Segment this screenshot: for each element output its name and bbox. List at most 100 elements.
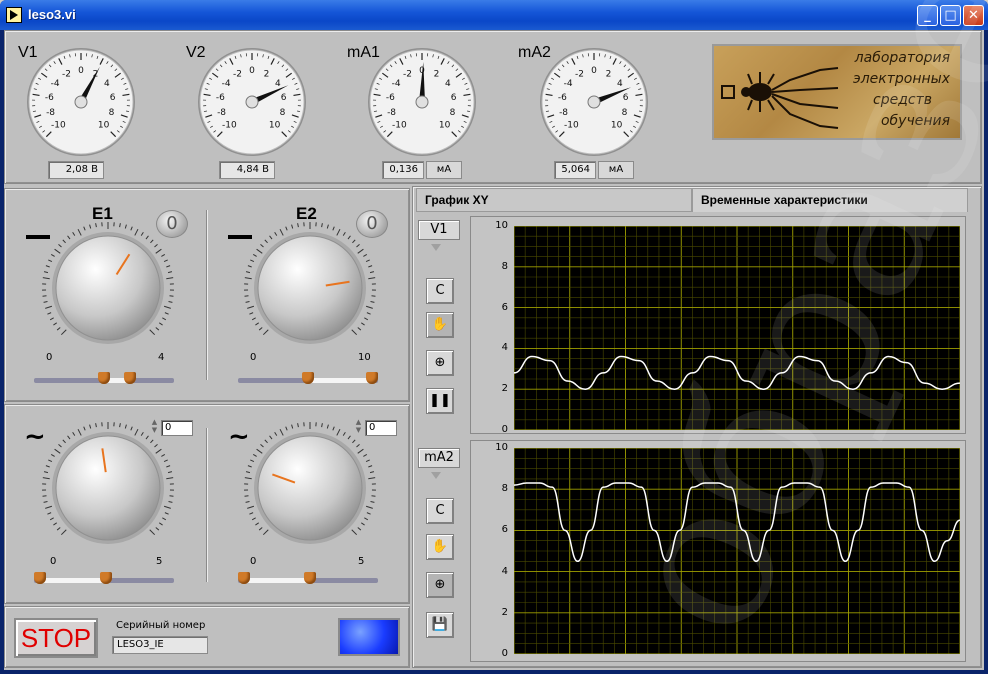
knob-tick [43, 501, 48, 503]
data-point [628, 482, 630, 484]
data-point [564, 529, 566, 531]
knob-e2 [244, 222, 376, 344]
gauge-tick-label: 2 [264, 69, 270, 79]
knob-body [257, 235, 363, 341]
knob-tick [256, 448, 263, 454]
knob-tick [258, 527, 263, 531]
data-point [793, 482, 795, 484]
close-button[interactable]: ✕ [963, 5, 984, 26]
knob-dials[interactable] [4, 188, 410, 604]
knob-tick [368, 465, 373, 468]
knob-tick [244, 495, 249, 497]
ac1-slider-thumb-low[interactable] [34, 572, 46, 584]
data-point [653, 529, 655, 531]
meter-gauge-1: -10 -8 -6 -4-2 0 246 8 10 [198, 48, 306, 156]
hand-icon: ✋ [431, 539, 449, 554]
tab-time-characteristics[interactable]: Временные характеристики [692, 188, 968, 212]
gauge-tick-label: 10 [611, 121, 623, 131]
knob-tick [368, 477, 376, 480]
maximize-button[interactable]: □ [940, 5, 961, 26]
graph1-plot[interactable] [514, 226, 960, 430]
data-point [816, 360, 818, 362]
gauge-tick-label: -6 [45, 93, 54, 103]
knob-body [257, 435, 363, 541]
knob-tick [366, 512, 371, 515]
gauge-tick-label: 4 [445, 79, 451, 89]
knob-tick [368, 265, 373, 268]
data-point [745, 380, 747, 382]
ac2-slider-thumb-low[interactable] [238, 572, 250, 584]
channel2-select[interactable]: mA2 [418, 448, 460, 468]
data-point [602, 372, 604, 374]
stop-button[interactable]: STOP [14, 618, 98, 658]
e1-scale-min: 0 [46, 352, 53, 363]
knob-tick [360, 322, 365, 326]
save-button[interactable]: 💾 [426, 612, 454, 638]
e2-range-fill [306, 378, 370, 383]
knob-tick [371, 295, 376, 297]
e1-slider-thumb-high[interactable] [124, 372, 136, 384]
data-point [679, 529, 681, 531]
y-tick-label: 0 [501, 424, 508, 435]
gauge-tick-label: 2 [434, 69, 440, 79]
pan-graph2-button[interactable]: ✋ [426, 534, 454, 560]
channel1-dropdown-icon[interactable] [431, 244, 441, 251]
channel2-dropdown-icon[interactable] [431, 472, 441, 479]
knob-tick [163, 259, 168, 263]
knob-tick [244, 477, 252, 480]
knob-tick [50, 253, 55, 257]
meter-ma2-unit: мА [598, 161, 634, 179]
zoom-graph1-button[interactable]: ⊕ [426, 350, 454, 376]
graph2-plot[interactable] [514, 448, 960, 654]
logo-line-1: лаборатория [854, 50, 950, 66]
meter-ma1-unit: мА [426, 161, 462, 179]
gauge-tick-label: -8 [46, 108, 55, 118]
e1-slider-thumb-low[interactable] [98, 372, 110, 384]
knob-tick [279, 228, 284, 236]
knob-tick [247, 305, 255, 309]
data-point [831, 529, 834, 531]
knob-tick [47, 512, 52, 515]
gauge-tick-label: 8 [280, 108, 286, 118]
ac1-slider-thumb-high[interactable] [100, 572, 112, 584]
pan-graph1-button[interactable]: ✋ [426, 312, 454, 338]
gauge-tick-label: 4 [617, 79, 623, 89]
tab-xy-graph[interactable]: График XY [416, 188, 692, 212]
knob-tick [49, 517, 54, 521]
minimize-button[interactable]: _ [917, 5, 938, 26]
status-led [338, 618, 400, 656]
knob-tick [365, 305, 373, 309]
e2-slider-thumb-high[interactable] [366, 372, 378, 384]
knob-tick [251, 317, 256, 321]
channel1-select[interactable]: V1 [418, 220, 460, 240]
labview-icon [6, 7, 22, 23]
ac2-slider-thumb-high[interactable] [304, 572, 316, 584]
clear-graph1-button[interactable]: C [426, 278, 454, 304]
knob-tick [134, 428, 139, 436]
zoom-graph2-button[interactable]: ⊕ [426, 572, 454, 598]
knob-e1 [42, 222, 174, 344]
data-point [602, 486, 604, 488]
e2-slider-thumb-low[interactable] [302, 372, 314, 384]
data-point [834, 380, 836, 382]
knob-tick [67, 235, 71, 240]
gauge-tick-label: 0 [78, 66, 84, 76]
knob-tick [357, 448, 364, 454]
gauge-tick-label: -6 [216, 93, 225, 103]
data-point [638, 360, 640, 362]
knob-tick [365, 459, 370, 463]
clear-graph2-button[interactable]: C [426, 498, 454, 524]
knob-tick [58, 243, 62, 248]
data-point [806, 482, 808, 484]
knob-tick [43, 301, 48, 303]
title-bar[interactable]: leso3.vi _ □ ✕ [0, 0, 988, 30]
pause-button[interactable]: ❚❚ [426, 388, 454, 414]
gauge-tick-label: 8 [450, 108, 456, 118]
knob-ac1 [42, 422, 174, 544]
knob-tick [256, 248, 263, 254]
knob-tick [260, 243, 264, 248]
data-point [933, 560, 936, 562]
knob-tick [119, 223, 121, 228]
gauge-tick-label: -6 [558, 93, 567, 103]
gauge-tick-label: 6 [281, 93, 287, 103]
